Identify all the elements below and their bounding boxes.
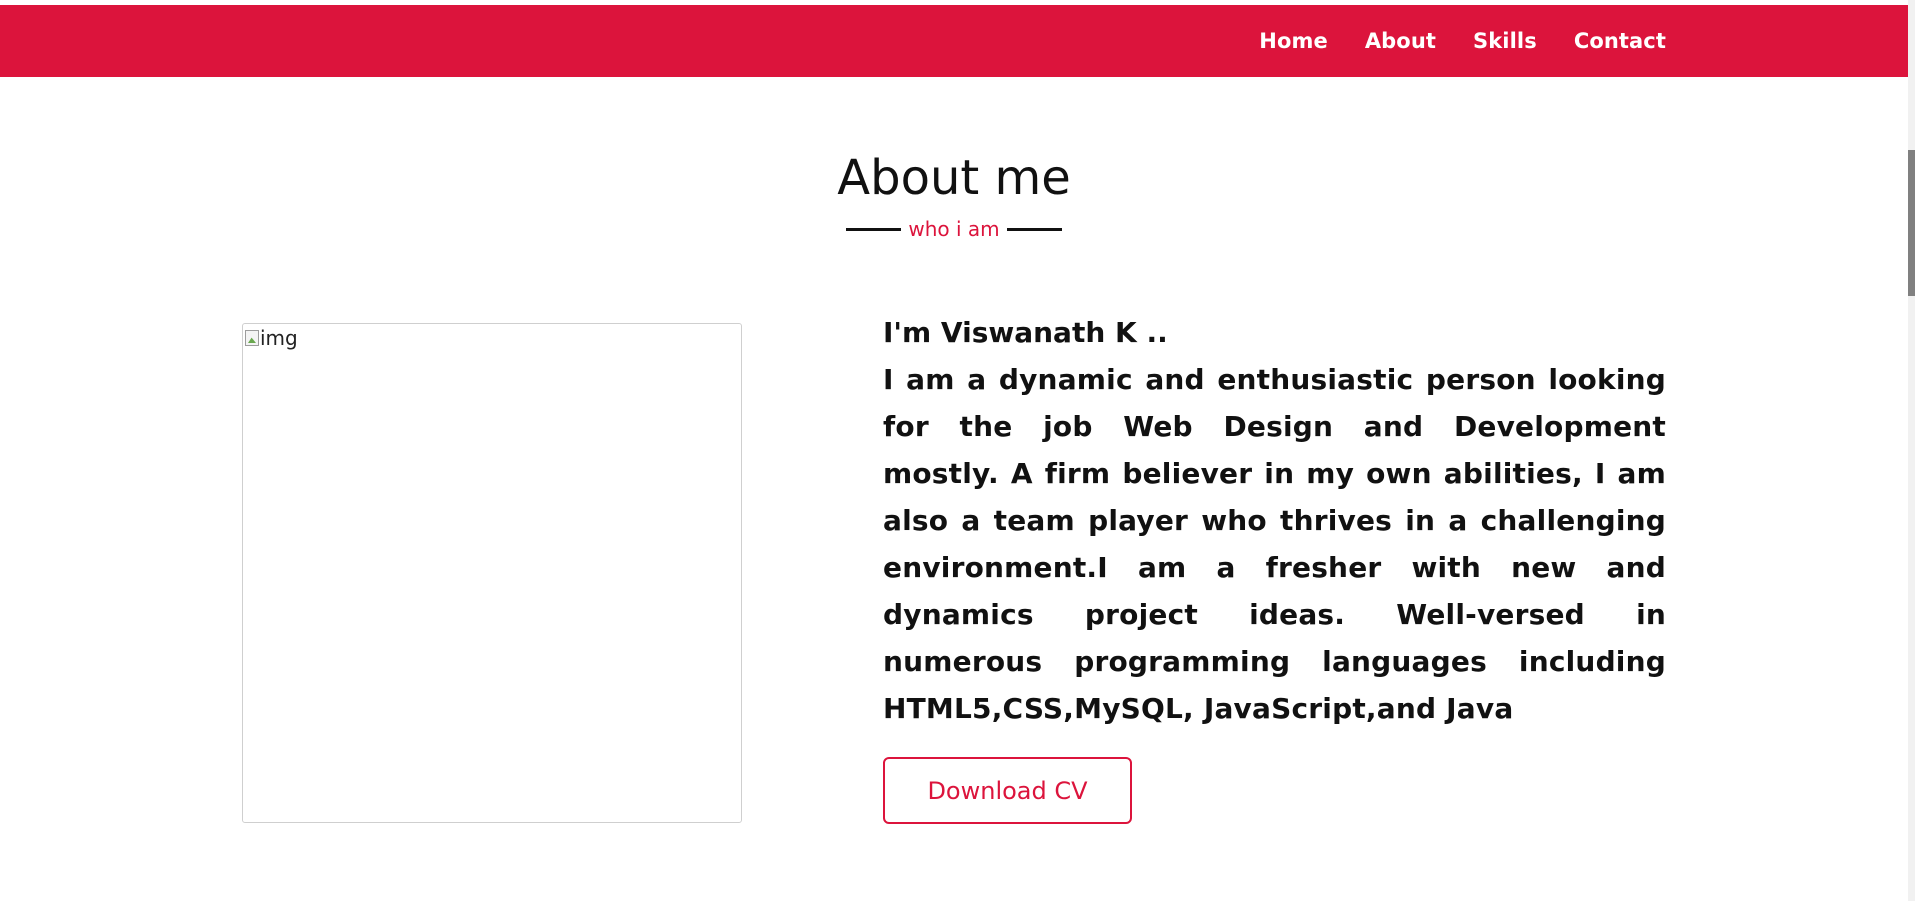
scrollbar-thumb[interactable] — [1908, 150, 1915, 296]
subtitle-text: who i am — [908, 217, 1000, 241]
nav-link-home[interactable]: Home — [1259, 29, 1328, 53]
navbar: Home About Skills Contact — [0, 5, 1908, 77]
page: Home About Skills Contact About me who i… — [0, 0, 1915, 901]
about-description: I am a dynamic and enthusiastic person l… — [883, 363, 1666, 725]
section-title: About me — [837, 150, 1071, 206]
about-text: I'm Viswanath K .. I am a dynamic and en… — [883, 309, 1666, 732]
broken-image-icon — [245, 330, 259, 346]
download-cv-button[interactable]: Download CV — [883, 757, 1132, 824]
section-subtitle: who i am — [0, 216, 1908, 242]
broken-image-placeholder: img — [245, 326, 298, 350]
nav-link-skills[interactable]: Skills — [1473, 29, 1537, 53]
image-alt-text: img — [260, 326, 298, 350]
subtitle-divider-left — [846, 227, 902, 231]
profile-image: img — [242, 323, 742, 823]
nav-link-about[interactable]: About — [1365, 29, 1436, 53]
scrollbar[interactable] — [1908, 0, 1915, 901]
nav-link-contact[interactable]: Contact — [1574, 29, 1666, 53]
nav-links: Home About Skills Contact — [1259, 5, 1666, 77]
subtitle-divider-right — [1006, 227, 1062, 231]
about-name: I'm Viswanath K .. — [883, 316, 1168, 349]
